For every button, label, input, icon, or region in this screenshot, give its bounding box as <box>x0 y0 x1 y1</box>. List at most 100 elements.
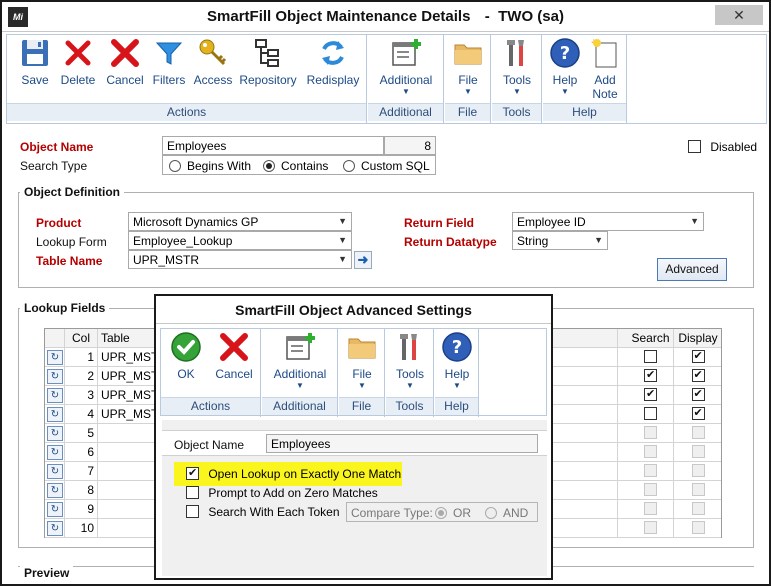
cancel-button[interactable]: Cancel <box>103 37 147 87</box>
compare-or-option[interactable]: OR <box>435 506 471 520</box>
row-display-checkbox[interactable] <box>691 426 705 439</box>
row-edit-icon[interactable]: ↻ <box>47 369 63 384</box>
row-search-checkbox[interactable] <box>644 350 657 363</box>
option-prompt-zero-matches[interactable]: Prompt to Add on Zero Matches <box>186 486 378 500</box>
help-button[interactable]: ? Help ▼ <box>547 37 583 97</box>
row-col-cell: 4 <box>65 405 98 424</box>
row-edit-icon[interactable]: ↻ <box>47 502 63 517</box>
tools-button[interactable]: Tools ▼ <box>496 37 538 97</box>
ribbon-toolbar: Save Delete Cancel Filters Access Reposi… <box>6 34 767 124</box>
row-display-checkbox[interactable] <box>691 387 705 401</box>
additional-label: Additional <box>379 73 433 87</box>
row-search-cell <box>628 424 674 443</box>
disabled-option[interactable]: Disabled <box>688 140 757 154</box>
close-button[interactable]: ✕ <box>715 5 763 25</box>
row-edit-icon[interactable]: ↻ <box>47 388 63 403</box>
advanced-button[interactable]: Advanced <box>657 258 727 281</box>
object-name-input[interactable]: Employees <box>162 136 384 155</box>
row-display-checkbox[interactable] <box>691 521 705 534</box>
row-edit-icon[interactable]: ↻ <box>47 521 63 536</box>
ribbon-group-actions: Save Delete Cancel Filters Access Reposi… <box>7 35 367 123</box>
begins-with-radio[interactable] <box>169 160 181 172</box>
search-token-checkbox[interactable] <box>186 505 199 518</box>
row-search-checkbox[interactable] <box>644 502 657 515</box>
header-spacer <box>45 329 65 348</box>
file-button[interactable]: File ▼ <box>448 37 488 97</box>
dialog-tools-button[interactable]: Tools ▼ <box>389 331 431 391</box>
compare-and-option[interactable]: AND <box>485 506 528 520</box>
return-field-dropdown[interactable]: Employee ID ▼ <box>512 212 704 231</box>
dialog-tools-arrow-icon: ▼ <box>406 381 414 390</box>
row-search-checkbox[interactable] <box>644 464 657 477</box>
option-search-each-token[interactable]: Search With Each Token <box>186 505 340 519</box>
row-display-checkbox[interactable] <box>691 349 705 363</box>
return-datatype-label: Return Datatype <box>404 235 497 249</box>
access-label: Access <box>193 73 233 87</box>
delete-button[interactable]: Delete <box>57 37 99 87</box>
row-search-checkbox[interactable] <box>644 521 657 534</box>
row-display-checkbox[interactable] <box>691 445 705 458</box>
option-open-lookup-one-match[interactable]: Open Lookup on Exactly One Match <box>186 466 401 481</box>
dialog-cancel-button[interactable]: Cancel <box>211 331 257 381</box>
row-search-checkbox[interactable] <box>644 368 657 382</box>
filters-button[interactable]: Filters <box>149 37 189 87</box>
row-edit-icon[interactable]: ↻ <box>47 464 63 479</box>
help-arrow-icon: ▼ <box>561 87 569 96</box>
row-search-checkbox[interactable] <box>644 387 657 401</box>
contains-radio[interactable] <box>263 160 275 172</box>
row-edit-icon[interactable]: ↻ <box>47 426 63 441</box>
row-display-cell <box>674 519 722 538</box>
row-display-checkbox[interactable] <box>691 483 705 496</box>
row-display-checkbox[interactable] <box>691 368 705 382</box>
search-begins-with-option[interactable]: Begins With <box>169 159 251 173</box>
search-contains-option[interactable]: Contains <box>263 159 328 173</box>
table-name-dropdown[interactable]: UPR_MSTR ▼ <box>128 250 352 269</box>
dialog-file-button[interactable]: File ▼ <box>342 331 382 391</box>
additional-button[interactable]: Additional ▼ <box>372 37 440 97</box>
dialog-ok-button[interactable]: OK <box>165 331 207 381</box>
row-edit-icon[interactable]: ↻ <box>47 350 63 365</box>
lookup-form-dropdown[interactable]: Employee_Lookup ▼ <box>128 231 352 250</box>
row-display-cell <box>674 443 722 462</box>
return-field-chevron-down-icon: ▼ <box>690 216 699 226</box>
custom-sql-radio[interactable] <box>343 160 355 172</box>
return-datatype-dropdown[interactable]: String ▼ <box>512 231 608 250</box>
row-edit-icon[interactable]: ↻ <box>47 483 63 498</box>
access-button[interactable]: Access <box>193 37 233 87</box>
table-goto-arrow-icon[interactable]: ➜ <box>354 251 372 269</box>
row-display-checkbox[interactable] <box>691 502 705 515</box>
header-col: Col <box>65 329 98 348</box>
delete-icon <box>65 40 91 66</box>
save-button[interactable]: Save <box>15 37 55 87</box>
open-lookup-checkbox[interactable] <box>186 466 199 480</box>
row-col-cell: 5 <box>65 424 98 443</box>
filters-label: Filters <box>152 73 186 87</box>
search-custom-sql-option[interactable]: Custom SQL <box>343 159 430 173</box>
disabled-checkbox[interactable] <box>688 140 701 153</box>
product-dropdown[interactable]: Microsoft Dynamics GP ▼ <box>128 212 352 231</box>
row-button-cell: ↻ <box>45 462 65 481</box>
dialog-help-button[interactable]: ? Help ▼ <box>438 331 476 391</box>
row-search-checkbox[interactable] <box>644 407 657 420</box>
lookup-fields-title: Lookup Fields <box>20 301 110 315</box>
redisplay-button[interactable]: Redisplay <box>303 37 363 87</box>
search-type-group: Begins With Contains Custom SQL <box>162 155 436 175</box>
ribbon-group-file: File ▼ File <box>445 35 491 123</box>
compare-or-radio[interactable] <box>435 507 447 519</box>
row-display-checkbox[interactable] <box>691 464 705 477</box>
row-search-checkbox[interactable] <box>644 445 657 458</box>
dialog-additional-button[interactable]: Additional ▼ <box>266 331 334 391</box>
repository-button[interactable]: Repository <box>237 37 299 87</box>
row-display-cell <box>674 367 722 386</box>
row-search-checkbox[interactable] <box>644 483 657 496</box>
svg-text:?: ? <box>560 43 570 64</box>
compare-and-radio[interactable] <box>485 507 497 519</box>
row-edit-icon[interactable]: ↻ <box>47 445 63 460</box>
dialog-group-tools-label: Tools <box>386 397 433 415</box>
row-search-checkbox[interactable] <box>644 426 657 439</box>
add-note-button[interactable]: Add Note <box>585 37 625 101</box>
row-display-checkbox[interactable] <box>691 406 705 420</box>
row-edit-icon[interactable]: ↻ <box>47 407 63 422</box>
prompt-zero-checkbox[interactable] <box>186 486 199 499</box>
additional-arrow-icon: ▼ <box>402 87 410 96</box>
